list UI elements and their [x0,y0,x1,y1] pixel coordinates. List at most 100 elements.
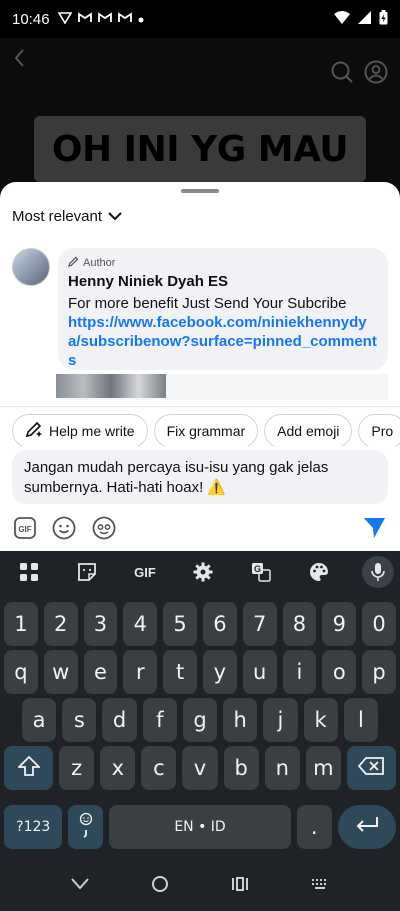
key-2[interactable]: 2 [43,602,78,646]
key-n[interactable]: n [264,746,300,790]
gif-icon[interactable]: GIF [14,516,36,544]
video-caption: OH INI YG MAU [34,116,366,182]
key-v[interactable]: v [182,746,218,790]
key-1[interactable]: 1 [4,602,38,646]
key-m[interactable]: m [305,746,341,790]
key-q[interactable]: q [4,650,38,694]
key-l[interactable]: l [343,698,378,742]
backspace-icon [358,756,385,780]
nav-back-chevron-icon[interactable] [71,877,89,895]
author-badge: Author [68,256,378,270]
backspace-key[interactable] [346,746,397,790]
nav-home-icon[interactable] [151,875,169,898]
comment-input[interactable]: Jangan mudah percaya isu-isu yang gak je… [12,450,388,504]
symbols-key[interactable]: ?123 [4,805,63,849]
keyboard: GIF G 1 2 3 4 5 6 7 8 9 0 q w e r t y u … [0,551,400,861]
dot-icon [138,12,144,26]
key-k[interactable]: k [303,698,338,742]
key-t[interactable]: t [163,650,197,694]
suggestion-chips: Help me write Fix grammar Add emoji Pro [0,406,400,446]
battery-icon [379,9,388,29]
gmail-icon [117,12,132,26]
key-o[interactable]: o [322,650,357,694]
status-bar: 10:46 [0,0,400,38]
key-i[interactable]: i [282,650,317,694]
clock: 10:46 [12,10,50,28]
key-b[interactable]: b [223,746,259,790]
keyboard-hide-icon[interactable] [311,877,329,895]
gif-button[interactable]: GIF [116,551,174,593]
emoji-icon[interactable] [52,516,76,545]
key-y[interactable]: y [202,650,237,694]
gmail-icon [77,12,92,26]
comments-sheet: Most relevant Author Henny Niniek Dyah E… [0,182,400,551]
video-background: OH INI YG MAU [0,38,400,198]
asdf-row: a s d f g h j k l [0,698,400,742]
add-emoji-chip[interactable]: Add emoji [264,413,353,446]
chip-label: Help me write [49,422,135,439]
space-bar[interactable]: EN • ID [109,805,291,849]
nav-recents-icon[interactable] [231,876,249,897]
key-a[interactable]: a [22,698,57,742]
key-w[interactable]: w [43,650,78,694]
sticker-icon[interactable] [58,551,116,593]
svg-text:GIF: GIF [18,525,31,534]
help-me-write-chip[interactable]: Help me write [12,413,148,446]
key-d[interactable]: d [102,698,137,742]
translate-icon[interactable]: G [232,551,290,593]
enter-key[interactable] [337,805,397,849]
keyboard-toolbar: GIF G [0,551,400,593]
back-arrow-icon[interactable] [8,46,32,70]
wifi-icon [334,10,350,28]
key-f[interactable]: f [142,698,177,742]
key-4[interactable]: 4 [123,602,158,646]
comment-author[interactable]: Henny Niniek Dyah ES [68,273,378,290]
comment-link[interactable]: https://www.facebook.com/niniekhennydya/… [68,313,378,370]
link-preview-image [56,374,166,398]
key-z[interactable]: z [59,746,95,790]
avatar-sticker-icon[interactable] [92,516,116,545]
key-8[interactable]: 8 [282,602,317,646]
search-icon[interactable] [330,60,354,84]
palette-icon[interactable] [290,551,348,593]
avatar[interactable] [12,248,50,286]
key-e[interactable]: e [83,650,118,694]
key-0[interactable]: 0 [362,602,396,646]
profile-icon[interactable] [364,60,388,84]
sort-dropdown[interactable]: Most relevant [12,208,122,225]
microphone-icon[interactable] [362,556,394,588]
key-c[interactable]: c [141,746,177,790]
apps-grid-icon[interactable] [0,551,58,593]
shift-icon [16,755,41,781]
key-7[interactable]: 7 [242,602,277,646]
emoji-key[interactable] [68,805,104,849]
key-5[interactable]: 5 [163,602,197,646]
fix-grammar-chip[interactable]: Fix grammar [153,413,259,446]
key-9[interactable]: 9 [322,602,357,646]
key-h[interactable]: h [223,698,258,742]
shift-key[interactable] [4,746,54,790]
comment-bubble: Author Henny Niniek Dyah ES For more ben… [58,248,388,370]
chip-label: Fix grammar [166,422,246,439]
signal-icon [358,10,371,28]
period-key[interactable]: . [296,805,332,849]
key-p[interactable]: p [362,650,396,694]
emoji-comma-icon [79,812,93,843]
bottom-row: ?123 EN • ID . [0,805,400,849]
number-row: 1 2 3 4 5 6 7 8 9 0 [0,602,400,646]
key-3[interactable]: 3 [83,602,118,646]
vpn-icon [57,11,72,27]
key-x[interactable]: x [100,746,136,790]
chip-label: Pro [371,422,394,439]
drag-handle[interactable] [181,189,219,193]
key-u[interactable]: u [242,650,277,694]
key-6[interactable]: 6 [202,602,237,646]
key-r[interactable]: r [123,650,158,694]
key-g[interactable]: g [182,698,218,742]
more-chip[interactable]: Pro [358,413,400,446]
key-j[interactable]: j [263,698,298,742]
svg-text:G: G [254,564,261,574]
key-s[interactable]: s [62,698,97,742]
send-icon[interactable] [362,517,386,544]
settings-gear-icon[interactable] [174,551,232,593]
